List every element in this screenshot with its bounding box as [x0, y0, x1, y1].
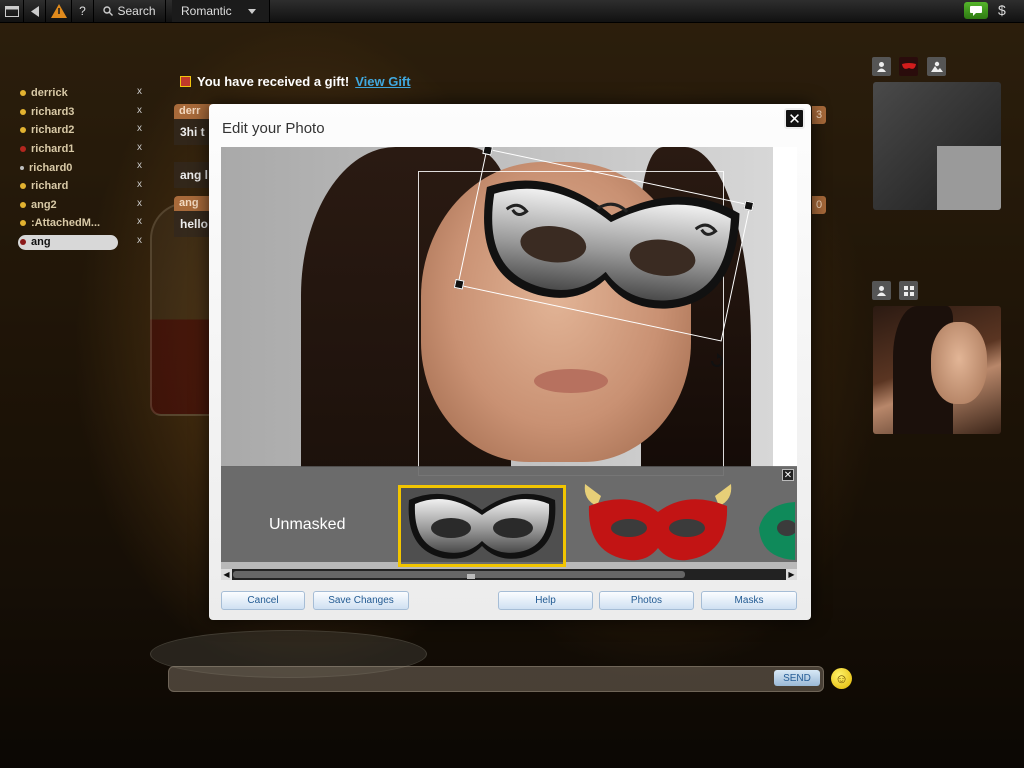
message-input[interactable]: [168, 666, 824, 692]
chat-message: derr 3hi t: [174, 104, 214, 145]
rotate-icon[interactable]: [709, 353, 725, 369]
remove-user-button[interactable]: x: [137, 198, 142, 209]
mask-option-green[interactable]: [755, 488, 797, 568]
view-gift-link[interactable]: View Gift: [355, 74, 410, 89]
chat-message-body: ang l: [174, 162, 214, 188]
mask-picker: ✕ Unmasked: [221, 466, 797, 567]
close-icon[interactable]: ✕: [784, 108, 805, 129]
user-name: richard0: [29, 161, 73, 174]
user-list-item[interactable]: richard1 x: [14, 140, 164, 159]
top-toolbar: ? Search Romantic $: [0, 0, 1024, 23]
user-name: richard1: [31, 143, 75, 156]
scroll-left-icon[interactable]: ◀: [221, 569, 232, 580]
back-icon[interactable]: [24, 0, 46, 22]
remove-user-button[interactable]: x: [137, 160, 142, 171]
status-dot-icon: [20, 183, 26, 190]
smiley-icon[interactable]: ☺: [831, 668, 852, 689]
photo-icon[interactable]: [927, 57, 946, 76]
user-name: ang: [31, 236, 51, 249]
video-tile-empty[interactable]: [873, 82, 1001, 210]
user-name: derrick: [31, 87, 68, 100]
status-dot-icon: [20, 108, 26, 115]
chat-message-body: hello: [174, 211, 214, 237]
unmasked-option[interactable]: Unmasked: [269, 516, 345, 534]
status-dot-icon: [20, 146, 26, 153]
user-name: richard: [31, 180, 69, 193]
user-list-item[interactable]: richard x: [14, 177, 164, 196]
user-list-item[interactable]: :AttachedM... x: [14, 214, 164, 233]
resize-handle[interactable]: [743, 200, 755, 212]
gift-icon: [180, 76, 191, 87]
photos-button[interactable]: Photos: [599, 591, 694, 610]
photo-editor-canvas[interactable]: ✕ Unmasked ◀ ▶: [221, 147, 797, 580]
user-name: richard3: [31, 105, 75, 118]
dialog-title: Edit your Photo: [222, 120, 325, 137]
help-icon[interactable]: ?: [72, 0, 94, 22]
dropdown-icon: [247, 8, 256, 14]
status-dot-icon: [20, 220, 26, 227]
dollar-icon[interactable]: $: [998, 2, 1006, 18]
video-tile-user[interactable]: [873, 306, 1001, 434]
close-icon[interactable]: ✕: [782, 469, 794, 481]
chat-badge: 0: [812, 196, 826, 214]
window-icon[interactable]: [0, 0, 24, 22]
remove-user-button[interactable]: x: [137, 216, 142, 227]
user-list-item[interactable]: derrick x: [14, 84, 164, 103]
chat-message: ang hello: [174, 196, 214, 237]
user-name: richard2: [31, 124, 75, 137]
remove-user-button[interactable]: x: [137, 142, 142, 153]
user-name: ang2: [31, 198, 57, 211]
chat-icon[interactable]: [964, 2, 988, 19]
chat-message: ang l: [174, 162, 214, 188]
user-name: :AttachedM...: [31, 217, 101, 230]
remove-user-button[interactable]: x: [137, 235, 142, 246]
scroll-right-icon[interactable]: ▶: [786, 569, 797, 580]
room-selector[interactable]: Romantic: [172, 0, 270, 22]
user-list: derrick x richard3 x richard2 x richard1…: [14, 84, 164, 251]
masks-button[interactable]: Masks: [701, 591, 797, 610]
scroll-thumb[interactable]: [233, 571, 685, 579]
gift-notice: You have received a gift! View Gift: [180, 74, 411, 89]
chat-message-author: derr: [174, 104, 214, 119]
room-label: Romantic: [181, 4, 232, 18]
remove-user-button[interactable]: x: [137, 179, 142, 190]
remove-user-button[interactable]: x: [137, 123, 142, 134]
search-icon: [103, 6, 114, 16]
mask-option-silver[interactable]: [398, 485, 566, 567]
cancel-button[interactable]: Cancel: [221, 591, 305, 610]
mask-icon[interactable]: [899, 57, 918, 76]
remove-user-button[interactable]: x: [137, 105, 142, 116]
user-list-item[interactable]: ang2 x: [14, 196, 164, 215]
gift-text: You have received a gift!: [197, 74, 350, 89]
user-list-item-selected[interactable]: ang x: [14, 233, 164, 252]
search-button[interactable]: Search: [94, 0, 166, 22]
chat-message-author: ang: [174, 196, 214, 211]
mask-scrollbar[interactable]: ◀ ▶: [221, 569, 797, 580]
help-button[interactable]: Help: [498, 591, 593, 610]
status-dot-icon: [20, 239, 26, 246]
user-list-item[interactable]: richard0 x: [14, 158, 164, 177]
user-list-item[interactable]: richard2 x: [14, 121, 164, 140]
chat-message-body: 3hi t: [174, 119, 214, 145]
warning-icon[interactable]: [46, 0, 72, 22]
status-dot-icon: [20, 90, 26, 97]
status-dot-icon: [20, 201, 26, 208]
user-icon[interactable]: [872, 281, 891, 300]
status-dot-icon: [20, 127, 26, 134]
resize-handle[interactable]: [453, 278, 465, 290]
mask-option-red-devil[interactable]: [579, 476, 737, 566]
status-dot-icon: [20, 165, 24, 170]
chat-badge: 3: [812, 106, 826, 124]
remove-user-button[interactable]: x: [137, 86, 142, 97]
user-list-item[interactable]: richard3 x: [14, 103, 164, 122]
save-changes-button[interactable]: Save Changes: [313, 591, 409, 610]
edit-photo-dialog: Edit your Photo ✕ ✕ Unmasked ◀ ▶ Cancel …: [209, 104, 811, 620]
grid-icon[interactable]: [899, 281, 918, 300]
user-icon[interactable]: [872, 57, 891, 76]
search-label: Search: [117, 4, 156, 18]
send-button[interactable]: SEND: [774, 670, 820, 686]
